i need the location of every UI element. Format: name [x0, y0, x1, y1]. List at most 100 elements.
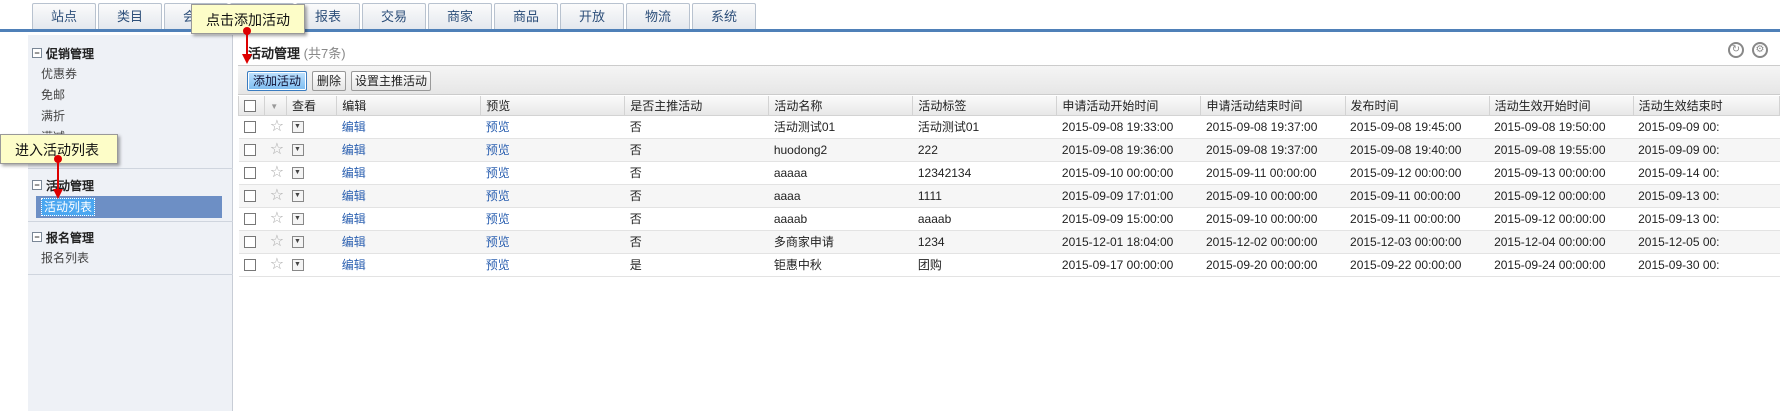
table-row[interactable]: ☆ ▼ 编辑 预览 否 aaaab aaaab 2015-09-09 15:00:00 2015… [238, 207, 1780, 231]
star-icon[interactable]: ☆ [270, 233, 284, 250]
cell-preview[interactable]: 预览 [480, 138, 625, 162]
star-icon[interactable]: ☆ [270, 187, 284, 204]
row-checkbox[interactable] [243, 190, 256, 203]
tab-system[interactable]: 系统 [692, 3, 756, 29]
row-select[interactable] [238, 253, 265, 277]
table-row[interactable]: ☆ ▼ 编辑 预览 否 huodong2 222 2015-09-08 19:36:00 201… [238, 138, 1780, 162]
row-star[interactable]: ☆ [264, 184, 287, 208]
sidebar-item-signup-list[interactable]: 报名列表 [41, 250, 89, 266]
col-effective-end[interactable]: 活动生效结束时 [1632, 96, 1780, 116]
tab-site[interactable]: 站点 [32, 3, 96, 29]
row-star[interactable]: ☆ [264, 115, 287, 139]
cell-preview[interactable]: 预览 [480, 184, 625, 208]
row-star[interactable]: ☆ [264, 161, 287, 185]
sort-arrow-icon[interactable]: ▼ [270, 102, 278, 111]
edit-link[interactable]: 编辑 [342, 166, 366, 180]
row-checkbox[interactable] [243, 121, 256, 134]
edit-link[interactable]: 编辑 [342, 258, 366, 272]
tab-report[interactable]: 报表 [296, 3, 360, 29]
sidebar-item-free-shipping[interactable]: 免邮 [41, 87, 65, 103]
row-view[interactable]: ▼ [286, 207, 337, 231]
row-select[interactable] [238, 115, 265, 139]
table-row[interactable]: ☆ ▼ 编辑 预览 否 活动测试01 活动测试01 2015-09-08 19:33:00 20… [238, 115, 1780, 139]
table-row[interactable]: ☆ ▼ 编辑 预览 是 钜惠中秋 团购 2015-09-17 00:00:00 2015-09-… [238, 253, 1780, 277]
edit-link[interactable]: 编辑 [342, 120, 366, 134]
col-edit[interactable]: 编辑 [336, 96, 482, 116]
row-select[interactable] [238, 207, 265, 231]
row-select[interactable] [238, 230, 265, 254]
cell-edit[interactable]: 编辑 [336, 207, 481, 231]
star-icon[interactable]: ☆ [270, 256, 284, 273]
delete-button[interactable]: 删除 [312, 71, 346, 91]
cell-edit[interactable]: 编辑 [336, 138, 481, 162]
row-star[interactable]: ☆ [264, 230, 287, 254]
preview-link[interactable]: 预览 [486, 143, 510, 157]
section-promotion[interactable]: − 促销管理 [32, 44, 94, 62]
collapse-icon[interactable]: − [32, 180, 42, 190]
preview-link[interactable]: 预览 [486, 189, 510, 203]
tab-merchant[interactable]: 商家 [428, 3, 492, 29]
row-star[interactable]: ☆ [264, 207, 287, 231]
table-row[interactable]: ☆ ▼ 编辑 预览 否 aaaaa 12342134 2015-09-10 00:00:00 2… [238, 161, 1780, 185]
row-checkbox[interactable] [243, 144, 256, 157]
dropdown-arrow-icon[interactable]: ▼ [291, 121, 304, 134]
cell-preview[interactable]: 预览 [480, 253, 625, 277]
cell-preview[interactable]: 预览 [480, 230, 625, 254]
dropdown-arrow-icon[interactable]: ▼ [291, 259, 304, 272]
tab-category[interactable]: 类目 [98, 3, 162, 29]
row-view[interactable]: ▼ [286, 253, 337, 277]
edit-link[interactable]: 编辑 [342, 189, 366, 203]
sidebar-item-activity-list[interactable]: 活动列表 [36, 196, 222, 218]
table-row[interactable]: ☆ ▼ 编辑 预览 否 多商家申请 1234 2015-12-01 18:04:00 2015-… [238, 230, 1780, 254]
table-row[interactable]: ☆ ▼ 编辑 预览 否 aaaa 1111 2015-09-09 17:01:00 2015-0… [238, 184, 1780, 208]
preview-link[interactable]: 预览 [486, 166, 510, 180]
cell-edit[interactable]: 编辑 [336, 115, 481, 139]
tab-logistics[interactable]: 物流 [626, 3, 690, 29]
tab-goods[interactable]: 商品 [494, 3, 558, 29]
collapse-icon[interactable]: − [32, 48, 42, 58]
row-select[interactable] [238, 161, 265, 185]
row-view[interactable]: ▼ [286, 161, 337, 185]
sort-header[interactable]: ▼ [264, 96, 287, 116]
edit-link[interactable]: 编辑 [342, 143, 366, 157]
row-checkbox[interactable] [243, 259, 256, 272]
sidebar-item-coupon[interactable]: 优惠券 [41, 66, 77, 82]
select-all-header[interactable] [237, 96, 266, 116]
dropdown-arrow-icon[interactable]: ▼ [291, 236, 304, 249]
dropdown-arrow-icon[interactable]: ▼ [291, 144, 304, 157]
tab-open[interactable]: 开放 [560, 3, 624, 29]
star-icon[interactable]: ☆ [270, 164, 284, 181]
row-checkbox[interactable] [243, 213, 256, 226]
row-checkbox[interactable] [243, 167, 256, 180]
cell-edit[interactable]: 编辑 [336, 184, 481, 208]
collapse-icon[interactable]: − [32, 232, 42, 242]
edit-link[interactable]: 编辑 [342, 235, 366, 249]
preview-link[interactable]: 预览 [486, 120, 510, 134]
refresh-icon[interactable]: ↻ [1728, 42, 1744, 58]
sidebar-item-discount[interactable]: 满折 [41, 108, 65, 124]
row-select[interactable] [238, 184, 265, 208]
section-activity[interactable]: − 活动管理 [32, 176, 94, 194]
tab-trade[interactable]: 交易 [362, 3, 426, 29]
row-view[interactable]: ▼ [286, 115, 337, 139]
set-main-activity-button[interactable]: 设置主推活动 [351, 71, 431, 91]
cell-edit[interactable]: 编辑 [336, 253, 481, 277]
dropdown-arrow-icon[interactable]: ▼ [291, 167, 304, 180]
row-select[interactable] [238, 138, 265, 162]
preview-link[interactable]: 预览 [486, 258, 510, 272]
col-effective-start[interactable]: 活动生效开始时间 [1488, 96, 1634, 116]
row-view[interactable]: ▼ [286, 230, 337, 254]
settings-icon[interactable]: ⚙ [1752, 42, 1768, 58]
col-name[interactable]: 活动名称 [768, 96, 914, 116]
cell-edit[interactable]: 编辑 [336, 161, 481, 185]
col-publish[interactable]: 发布时间 [1344, 96, 1490, 116]
preview-link[interactable]: 预览 [486, 235, 510, 249]
col-view[interactable]: 查看 [285, 96, 338, 116]
cell-preview[interactable]: 预览 [480, 207, 625, 231]
dropdown-arrow-icon[interactable]: ▼ [291, 190, 304, 203]
select-all-checkbox[interactable] [244, 100, 256, 113]
col-is-main[interactable]: 是否主推活动 [624, 96, 770, 116]
row-view[interactable]: ▼ [286, 184, 337, 208]
col-apply-start[interactable]: 申请活动开始时间 [1056, 96, 1202, 116]
cell-edit[interactable]: 编辑 [336, 230, 481, 254]
